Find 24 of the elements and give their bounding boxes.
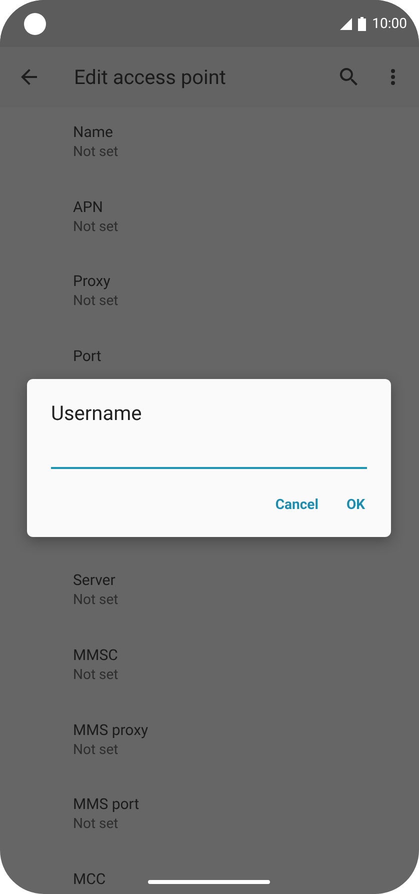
- setting-summary: Not set: [73, 740, 118, 759]
- setting-title[interactable]: MMSC: [73, 644, 118, 666]
- setting-summary: Not set: [73, 143, 118, 161]
- setting-title[interactable]: Server: [73, 569, 116, 592]
- signal-icon: [340, 18, 352, 30]
- dialog-button[interactable]: OK: [334, 489, 377, 521]
- setting-title[interactable]: MCC: [73, 868, 106, 890]
- setting-summary: Not set: [73, 292, 118, 310]
- setting-title[interactable]: APN: [73, 196, 103, 218]
- setting-summary: Not set: [73, 666, 118, 684]
- setting-title[interactable]: MMS port: [73, 793, 140, 816]
- screen-title: Edit access point: [74, 65, 227, 89]
- setting-summary: Not set: [73, 815, 118, 834]
- setting-title[interactable]: MMS proxy: [73, 718, 148, 741]
- setting-summary: Not set: [73, 591, 118, 610]
- setting-summary: Not set: [73, 218, 118, 236]
- camera-icon: [24, 12, 46, 34]
- setting-title[interactable]: Proxy: [73, 270, 110, 292]
- setting-title[interactable]: Port: [73, 345, 102, 368]
- status-time: 10:00: [372, 16, 407, 32]
- setting-title[interactable]: Name: [73, 121, 113, 143]
- dialog-button[interactable]: Cancel: [263, 489, 330, 521]
- dialog-title: Username: [51, 401, 142, 425]
- battery-icon: [358, 16, 366, 30]
